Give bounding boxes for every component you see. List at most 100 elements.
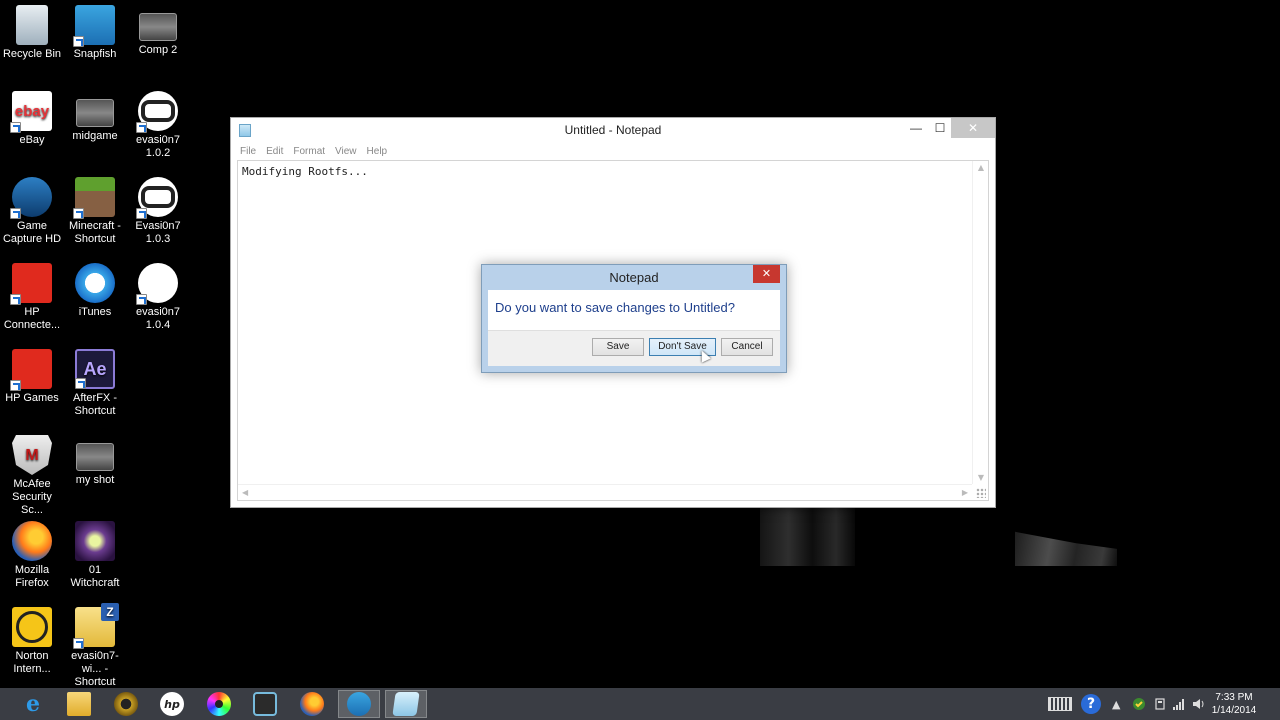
menu-view[interactable]: View [335, 146, 357, 157]
taskbar-game-capture[interactable] [338, 690, 380, 718]
dialog-title: Notepad [609, 270, 659, 285]
close-button[interactable]: ✕ [951, 118, 995, 138]
desktop-icon-mcafee[interactable]: M McAfee Security Sc... [0, 435, 64, 517]
clock-time: 7:33 PM [1215, 692, 1253, 703]
taskbar-color-disc[interactable] [198, 690, 240, 718]
itunes-icon [75, 263, 115, 303]
taskbar-notepad[interactable] [385, 690, 427, 718]
video-editor-icon [253, 692, 277, 716]
evasi0n-icon [136, 91, 178, 133]
desktop-icon-hp-games[interactable]: HP Games [0, 349, 64, 405]
clock-date: 1/14/2014 [1211, 705, 1257, 716]
desktop-icon-hp-connected[interactable]: HP Connecte... [0, 263, 64, 332]
hp-games-icon [10, 349, 52, 391]
taskbar-firefox[interactable] [291, 690, 333, 718]
desktop-icon-game-capture[interactable]: Game Capture HD [0, 177, 64, 246]
notepad-icon [392, 692, 420, 716]
wallpaper-shape [760, 508, 855, 566]
dialog-footer: Save Don't Save Cancel [488, 330, 780, 366]
snapfish-icon [73, 5, 115, 47]
desktop-icon-label: my shot [75, 474, 115, 486]
desktop-icon-label: Minecraft - Shortcut [69, 220, 121, 245]
desktop-icon-evasi0n7-zip[interactable]: evasi0n7-wi... - Shortcut [63, 603, 127, 689]
desktop-icon-evasi0n7-104[interactable]: evasi0n7 1.0.4 [126, 263, 190, 332]
window-title: Untitled - Notepad [564, 123, 662, 137]
menu-help[interactable]: Help [367, 146, 388, 157]
scroll-up-icon[interactable]: ▲ [978, 163, 984, 172]
taskbar-video-editor[interactable] [244, 690, 286, 718]
desktop-icon-label: evasi0n7-wi... - Shortcut [71, 650, 119, 688]
desktop-icon-comp-2[interactable]: Comp 2 [126, 5, 190, 57]
internet-explorer-icon: e [26, 691, 40, 717]
system-clock[interactable]: 7:33 PM 1/14/2014 [1204, 691, 1264, 717]
wifi-signal-icon[interactable] [1172, 688, 1186, 720]
desktop-icon-evasi0n7-103[interactable]: Evasi0n7 1.0.3 [126, 177, 190, 246]
video-thumbnail-icon [76, 99, 114, 127]
wallpaper-shape [1015, 531, 1117, 566]
desktop-icon-label: Evasi0n7 1.0.3 [135, 220, 181, 245]
scroll-left-icon[interactable]: ◀ [242, 488, 248, 497]
minimize-button[interactable]: — [903, 118, 929, 138]
help-icon[interactable]: ? [1081, 694, 1101, 714]
security-shield-icon[interactable] [1132, 688, 1146, 720]
save-changes-dialog[interactable]: Notepad ✕ Do you want to save changes to… [481, 264, 787, 373]
hp-icon: hp [160, 692, 184, 716]
game-capture-icon [10, 177, 52, 219]
hp-connected-icon [10, 263, 52, 305]
desktop-icon-label: midgame [72, 130, 118, 142]
dialog-close-button[interactable]: ✕ [753, 265, 780, 283]
desktop-icon-afterfx[interactable]: Ae AfterFX - Shortcut [63, 349, 127, 418]
desktop-icon-witchcraft[interactable]: 01 Witchcraft [63, 521, 127, 590]
desktop-icon-my-shot[interactable]: my shot [63, 435, 127, 487]
after-effects-icon: Ae [75, 349, 115, 389]
resize-grip-icon[interactable] [976, 488, 986, 498]
vertical-scrollbar[interactable] [972, 161, 988, 484]
dialog-message: Do you want to save changes to Untitled? [495, 300, 735, 315]
taskbar: e hp ? ▲ 7:33 PM 1/14/2014 [0, 688, 1280, 720]
desktop-icon-label: AfterFX - Shortcut [72, 392, 117, 417]
desktop-icon-midgame[interactable]: midgame [63, 91, 127, 143]
video-thumbnail-icon [76, 443, 114, 471]
scroll-right-icon[interactable]: ▶ [962, 488, 968, 497]
desktop-icon-snapfish[interactable]: Snapfish [63, 5, 127, 61]
notepad-titlebar[interactable]: Untitled - Notepad — ☐ ✕ [231, 118, 995, 143]
desktop-icon-label: Recycle Bin [2, 48, 62, 60]
desktop-icon-firefox[interactable]: Mozilla Firefox [0, 521, 64, 590]
desktop-icon-recycle-bin[interactable]: Recycle Bin [0, 5, 64, 61]
network-device-icon[interactable] [1154, 688, 1166, 720]
save-button[interactable]: Save [592, 338, 644, 356]
taskbar-internet-explorer[interactable]: e [12, 690, 54, 718]
menu-format[interactable]: Format [293, 146, 325, 157]
desktop-icon-label: Mozilla Firefox [14, 564, 50, 589]
cancel-button[interactable]: Cancel [721, 338, 773, 356]
menu-file[interactable]: File [240, 146, 256, 157]
show-hidden-icons-icon[interactable]: ▲ [1112, 688, 1120, 720]
taskbar-gold-app[interactable] [105, 690, 147, 718]
taskbar-hp[interactable]: hp [151, 690, 193, 718]
desktop-icon-evasi0n7-102[interactable]: evasi0n7 1.0.2 [126, 91, 190, 160]
menu-edit[interactable]: Edit [266, 146, 283, 157]
horizontal-scrollbar[interactable] [238, 484, 972, 500]
scroll-down-icon[interactable]: ▼ [978, 473, 984, 482]
menu-bar: File Edit Format View Help [231, 143, 995, 160]
mcafee-icon: M [12, 435, 52, 475]
desktop-icon-label: 01 Witchcraft [70, 564, 120, 589]
video-thumbnail-icon [139, 13, 177, 41]
desktop-icon-label: Game Capture HD [2, 220, 62, 245]
recycle-bin-icon [16, 5, 48, 45]
desktop-icon-label: HP Games [5, 392, 59, 404]
desktop-icon-itunes[interactable]: iTunes [63, 263, 127, 319]
maximize-button[interactable]: ☐ [929, 118, 951, 138]
evasi0n-icon [136, 263, 178, 305]
gold-app-icon [114, 692, 138, 716]
editor-content[interactable]: Modifying Rootfs... [242, 165, 368, 178]
firefox-icon [300, 692, 324, 716]
desktop-icon-ebay[interactable]: ebay eBay [0, 91, 64, 147]
desktop-icon-minecraft[interactable]: Minecraft - Shortcut [63, 177, 127, 246]
evasi0n-icon [136, 177, 178, 219]
zip-archive-icon [73, 603, 119, 649]
desktop-icon-label: eBay [19, 134, 45, 146]
desktop-icon-norton[interactable]: Norton Intern... [0, 607, 64, 676]
touch-keyboard-icon[interactable] [1048, 697, 1072, 711]
taskbar-file-explorer[interactable] [58, 690, 100, 718]
